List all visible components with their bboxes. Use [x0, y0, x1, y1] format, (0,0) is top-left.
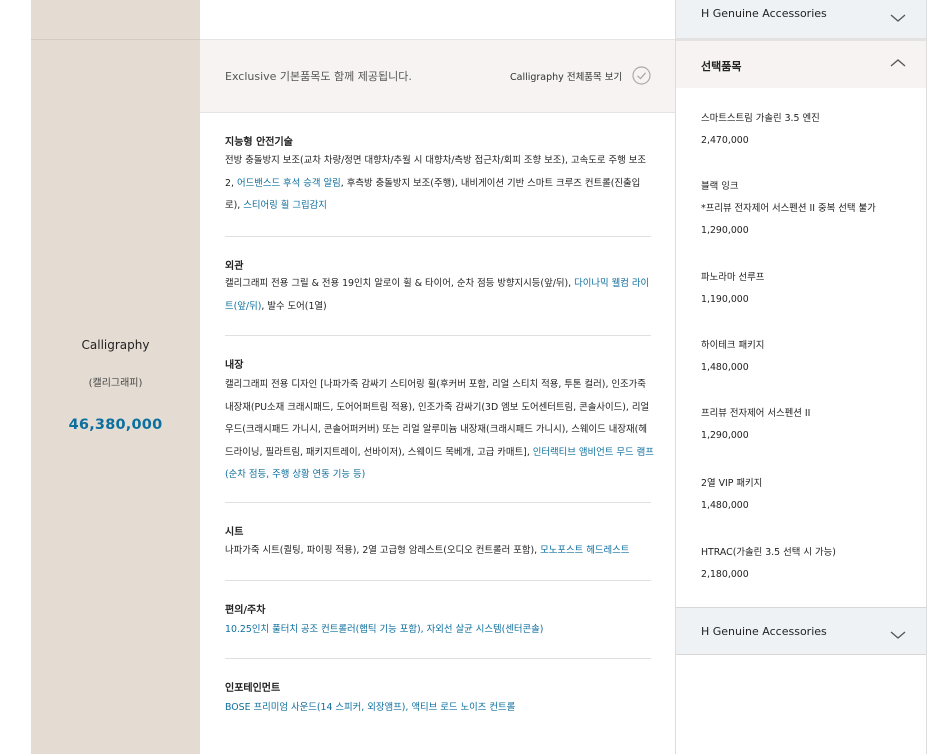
option-price: 2,470,000	[701, 135, 749, 146]
feature-link[interactable]: 모노포스트 헤드레스트	[540, 545, 629, 556]
chevron-down-icon	[890, 631, 906, 639]
feature-link[interactable]: 어드밴스드 후석 승객 알림	[237, 178, 341, 189]
selected-options-title: 선택품목	[701, 60, 742, 73]
section-body: 전방 충돌방지 보조(교차 차량/정면 대향차/추월 시 대향차/측방 접근차/…	[225, 150, 655, 218]
option-name: 하이테크 패키지	[701, 340, 765, 351]
section-body: BOSE 프리미엄 사운드(14 스피커, 외장앰프), 액티브 로드 노이즈 …	[225, 697, 655, 720]
option-name: 2열 VIP 패키지	[701, 478, 763, 489]
view-all-items-link[interactable]: Calligraphy 전체품목 보기	[510, 69, 622, 83]
option-name: HTRAC(가솔린 3.5 선택 시 가능)	[701, 547, 836, 558]
feature-section-interior: 내장 캘리그래피 전용 디자인 [나파가죽 감싸기 스티어링 휠(후커버 포함,…	[225, 336, 654, 503]
feature-section-convenience: 편의/주차 10.25인치 풀터치 공조 컨트롤러(햅틱 기능 포함), 자외선…	[225, 581, 651, 659]
feature-section-safety: 지능형 안전기술 전방 충돌방지 보조(교차 차량/정면 대향차/추월 시 대향…	[225, 113, 651, 237]
option-name: 스마트스트림 가솔린 3.5 엔진	[701, 113, 820, 124]
feature-section-seats: 시트 나파가죽 시트(퀼팅, 파이핑 적용), 2열 고급형 암레스트(오디오 …	[225, 503, 651, 581]
option-name: 파노라마 선루프	[701, 272, 765, 283]
accordion-label: H Genuine Accessories	[701, 7, 827, 20]
section-body: 캘리그래피 전용 그릴 & 전용 19인치 알로이 휠 & 타이어, 순차 점등…	[225, 273, 655, 318]
divider	[31, 39, 200, 40]
trim-price: 46,380,000	[68, 417, 163, 433]
option-note: *프리뷰 전자제어 서스펜션 II 중복 선택 불가	[701, 203, 876, 214]
intro-text: Exclusive 기본품목도 함께 제공됩니다.	[225, 70, 412, 83]
option-price: 1,290,000	[701, 225, 749, 236]
option-price: 1,190,000	[701, 294, 749, 305]
section-body: 캘리그래피 전용 디자인 [나파가죽 감싸기 스티어링 휠(후커버 포함, 리얼…	[225, 374, 655, 487]
option-item: 파노라마 선루프 1,190,000	[701, 271, 921, 307]
option-item: 프리뷰 전자제어 서스펜션 II 1,290,000	[701, 407, 921, 443]
trim-name: Calligraphy	[81, 338, 150, 352]
section-title: 인포테인먼트	[225, 683, 281, 694]
option-price: 1,480,000	[701, 500, 749, 511]
section-title: 지능형 안전기술	[225, 137, 293, 148]
feature-link[interactable]: 스티어링 휠 그립감지	[243, 200, 327, 211]
intro-bar: Exclusive 기본품목도 함께 제공됩니다. Calligraphy 전체…	[200, 40, 675, 113]
option-item: HTRAC(가솔린 3.5 선택 시 가능) 2,180,000	[701, 546, 921, 582]
option-name: 프리뷰 전자제어 서스펜션 II	[701, 408, 811, 419]
accordion-label: H Genuine Accessories	[701, 625, 827, 638]
option-item: 2열 VIP 패키지 1,480,000	[701, 477, 921, 513]
option-price: 1,290,000	[701, 430, 749, 441]
feature-section-exterior: 외관 캘리그래피 전용 그릴 & 전용 19인치 알로이 휠 & 타이어, 순차…	[225, 237, 651, 336]
option-item: 블랙 잉크 *프리뷰 전자제어 서스펜션 II 중복 선택 불가 1,290,000	[701, 180, 921, 238]
feature-link[interactable]: BOSE 프리미엄 사운드(14 스피커, 외장앰프), 액티브 로드 노이즈 …	[225, 702, 515, 713]
selected-options-header[interactable]: 선택품목	[676, 41, 926, 88]
section-title: 시트	[225, 527, 244, 538]
option-price: 2,180,000	[701, 569, 749, 580]
options-panel: H Genuine Accessories 선택품목 스마트스트림 가솔린 3.…	[675, 0, 927, 754]
feature-text: , 발수 도어(1열)	[261, 300, 327, 312]
trim-column: Calligraphy (캘리그래피) 46,380,000	[31, 0, 200, 754]
section-body: 10.25인치 풀터치 공조 컨트롤러(햅틱 기능 포함), 자외선 살균 시스…	[225, 619, 655, 642]
accessories-accordion-top[interactable]: H Genuine Accessories	[676, 0, 926, 39]
circle-check-icon[interactable]	[632, 66, 651, 85]
feature-text: 나파가죽 시트(퀼팅, 파이핑 적용), 2열 고급형 암레스트(오디오 컨트롤…	[225, 545, 541, 556]
section-title: 내장	[225, 360, 244, 371]
option-name: 블랙 잉크	[701, 181, 739, 192]
section-body: 나파가죽 시트(퀼팅, 파이핑 적용), 2열 고급형 암레스트(오디오 컨트롤…	[225, 540, 655, 563]
option-price: 1,480,000	[701, 362, 749, 373]
features-column: Exclusive 기본품목도 함께 제공됩니다. Calligraphy 전체…	[200, 0, 675, 754]
section-title: 편의/주차	[225, 605, 266, 616]
accessories-accordion-bottom[interactable]: H Genuine Accessories	[676, 607, 926, 655]
feature-link[interactable]: 10.25인치 풀터치 공조 컨트롤러(햅틱 기능 포함), 자외선 살균 시스…	[225, 624, 543, 635]
feature-section-infotainment: 인포테인먼트 BOSE 프리미엄 사운드(14 스피커, 외장앰프), 액티브 …	[225, 659, 651, 754]
option-item: 스마트스트림 가솔린 3.5 엔진 2,470,000	[701, 112, 921, 148]
option-item: 하이테크 패키지 1,480,000	[701, 339, 921, 375]
feature-text: 캘리그래피 전용 그릴 & 전용 19인치 알로이 휠 & 타이어, 순차 점등…	[225, 278, 575, 289]
chevron-down-icon	[890, 14, 906, 22]
chevron-up-icon	[890, 59, 906, 67]
trim-subtitle: (캘리그래피)	[88, 378, 143, 389]
section-title: 외관	[225, 261, 244, 272]
